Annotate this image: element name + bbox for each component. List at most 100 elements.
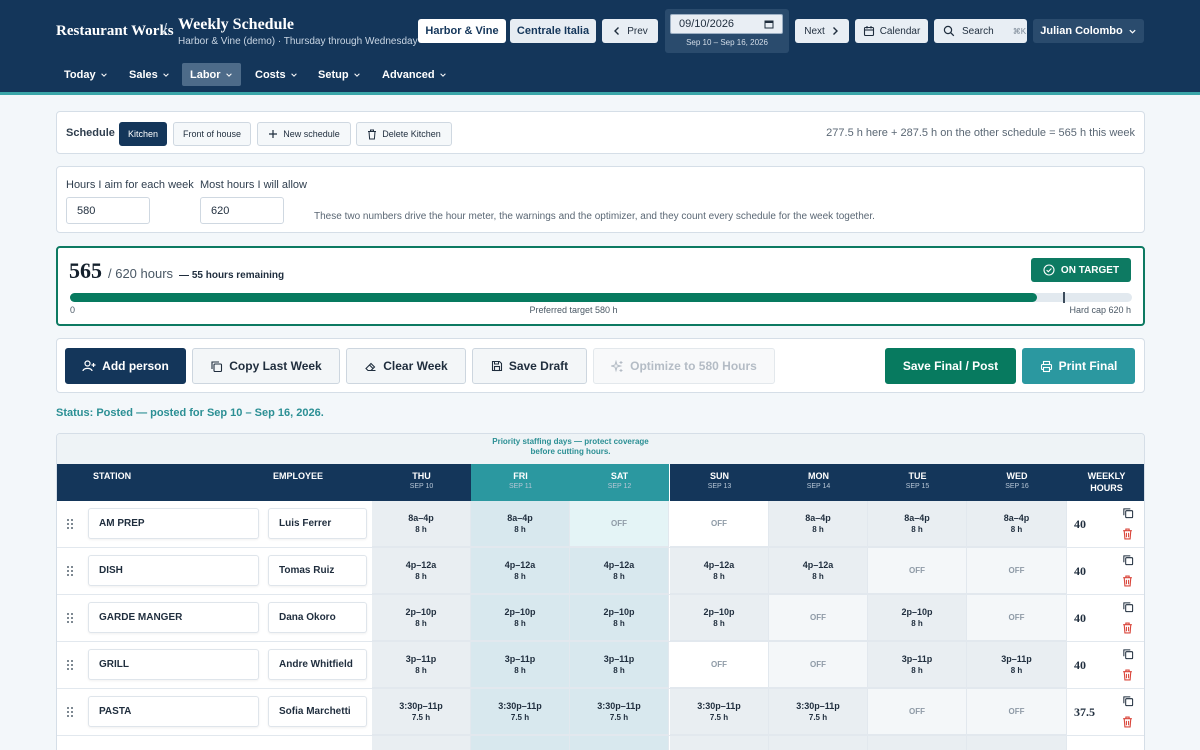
station-field[interactable]: AM PREP xyxy=(88,508,259,539)
location-harbor-vine-button[interactable]: Harbor & Vine xyxy=(418,19,506,43)
nav-costs-label: Costs xyxy=(255,68,286,81)
delete-row-icon[interactable] xyxy=(1122,575,1133,587)
optimize-hours-button[interactable]: Optimize to 580 Hours xyxy=(593,348,775,384)
calendar-button[interactable]: Calendar xyxy=(855,19,928,43)
schedule-tab-kitchen[interactable]: Kitchen xyxy=(119,122,167,146)
shift-cell[interactable]: 3:30p–11p 7.5 h xyxy=(670,689,769,735)
copy-row-icon[interactable] xyxy=(1122,648,1134,660)
shift-cell[interactable]: 8a–4p 8 h xyxy=(769,501,868,547)
save-final-post-button[interactable]: Save Final / Post xyxy=(885,348,1016,384)
shift-cell[interactable]: 2p–10p 8 h xyxy=(372,595,471,641)
delete-row-icon[interactable] xyxy=(1122,622,1133,634)
station-field[interactable]: PASTA xyxy=(88,696,259,727)
shift-cell[interactable]: OFF xyxy=(868,689,967,735)
shift-cell[interactable]: 2p–10p 8 h xyxy=(471,595,570,641)
shift-cell[interactable] xyxy=(967,736,1067,750)
shift-cell[interactable]: 4p–12a 8 h xyxy=(471,548,570,594)
prev-week-button[interactable]: Prev xyxy=(602,19,658,43)
date-input[interactable]: 09/10/2026 xyxy=(670,14,783,34)
shift-cell[interactable]: OFF xyxy=(670,642,769,688)
station-field[interactable]: DISH xyxy=(88,555,259,586)
weekly-hours-value: 40 xyxy=(1074,658,1086,672)
shift-hours: 8 h xyxy=(911,666,923,675)
max-hours-input[interactable]: 620 xyxy=(200,197,284,224)
shift-cell[interactable]: 3p–11p 8 h xyxy=(471,642,570,688)
shift-cell[interactable]: 4p–12a 8 h xyxy=(769,548,868,594)
shift-cell[interactable]: OFF xyxy=(670,501,769,547)
shift-cell[interactable]: 3p–11p 8 h xyxy=(372,642,471,688)
shift-cell[interactable]: OFF xyxy=(868,548,967,594)
shift-cell[interactable]: 4p–12a 8 h xyxy=(670,548,769,594)
shift-cell[interactable] xyxy=(670,736,769,750)
delete-row-icon[interactable] xyxy=(1122,669,1133,681)
shift-cell[interactable]: 2p–10p 8 h xyxy=(670,595,769,641)
copy-row-icon[interactable] xyxy=(1122,507,1134,519)
shift-cell[interactable]: OFF xyxy=(769,642,868,688)
copy-last-week-button[interactable]: Copy Last Week xyxy=(192,348,340,384)
brand-name[interactable]: Restaurant Works xyxy=(56,23,174,40)
nav-sales[interactable]: Sales xyxy=(121,63,178,86)
shift-cell[interactable]: 8a–4p 8 h xyxy=(967,501,1067,547)
search-button[interactable]: Search ⌘K xyxy=(934,19,1027,43)
nav-labor[interactable]: Labor xyxy=(182,63,241,86)
shift-cell[interactable]: 3:30p–11p 7.5 h xyxy=(769,689,868,735)
shift-cell[interactable]: 4p–12a 8 h xyxy=(570,548,669,594)
shift-cell[interactable]: OFF xyxy=(769,595,868,641)
aim-hours-input[interactable]: 580 xyxy=(66,197,150,224)
employee-field[interactable]: Luis Ferrer xyxy=(268,508,367,539)
clear-week-button[interactable]: Clear Week xyxy=(346,348,466,384)
copy-row-icon[interactable] xyxy=(1122,601,1134,613)
shift-cell[interactable]: 3p–11p 8 h xyxy=(967,642,1067,688)
drag-handle-icon[interactable] xyxy=(66,706,74,718)
schedule-tab-front-of-house[interactable]: Front of house xyxy=(173,122,251,146)
shift-cell[interactable]: 8a–4p 8 h xyxy=(372,501,471,547)
copy-row-icon[interactable] xyxy=(1122,695,1134,707)
shift-cell[interactable]: OFF xyxy=(967,548,1067,594)
shift-cell[interactable]: 3:30p–11p 7.5 h xyxy=(570,689,669,735)
chevron-left-icon xyxy=(614,27,620,35)
shift-cell[interactable]: 4p–12a 8 h xyxy=(372,548,471,594)
nav-costs[interactable]: Costs xyxy=(247,63,306,86)
station-field[interactable]: GRILL xyxy=(88,649,259,680)
employee-field[interactable]: Andre Whitfield xyxy=(268,649,367,680)
shift-cell[interactable] xyxy=(868,736,967,750)
copy-row-icon[interactable] xyxy=(1122,554,1134,566)
drag-handle-icon[interactable] xyxy=(66,659,74,671)
shift-cell[interactable]: 3:30p–11p 7.5 h xyxy=(372,689,471,735)
drag-handle-icon[interactable] xyxy=(66,565,74,577)
delete-schedule-button[interactable]: Delete Kitchen xyxy=(356,122,452,146)
user-menu-button[interactable]: Julian Colombo xyxy=(1033,19,1144,43)
employee-field[interactable]: Dana Okoro xyxy=(268,602,367,633)
shift-cell[interactable]: OFF xyxy=(570,501,669,547)
drag-handle-icon[interactable] xyxy=(66,612,74,624)
new-schedule-button[interactable]: New schedule xyxy=(257,122,351,146)
location-centrale-italia-button[interactable]: Centrale Italia xyxy=(510,19,596,43)
shift-cell[interactable]: 2p–10p 8 h xyxy=(868,595,967,641)
nav-advanced[interactable]: Advanced xyxy=(374,63,455,86)
shift-cell[interactable] xyxy=(372,736,471,750)
delete-row-icon[interactable] xyxy=(1122,528,1133,540)
nav-today[interactable]: Today xyxy=(56,63,116,86)
drag-handle-icon[interactable] xyxy=(66,518,74,530)
shift-cell[interactable] xyxy=(570,736,669,750)
shift-cell[interactable]: OFF xyxy=(967,689,1067,735)
shift-cell[interactable] xyxy=(471,736,570,750)
shift-cell[interactable] xyxy=(769,736,868,750)
shift-cell[interactable]: 3p–11p 8 h xyxy=(868,642,967,688)
shift-cell[interactable]: 3:30p–11p 7.5 h xyxy=(471,689,570,735)
shift-cell[interactable]: 3p–11p 8 h xyxy=(570,642,669,688)
employee-field[interactable]: Sofia Marchetti xyxy=(268,696,367,727)
shift-cell[interactable]: 8a–4p 8 h xyxy=(471,501,570,547)
save-draft-button[interactable]: Save Draft xyxy=(472,348,587,384)
station-field[interactable]: GARDE MANGER xyxy=(88,602,259,633)
print-final-button[interactable]: Print Final xyxy=(1022,348,1135,384)
next-week-button[interactable]: Next xyxy=(795,19,849,43)
shift-cell[interactable]: 2p–10p 8 h xyxy=(570,595,669,641)
shift-cell[interactable]: 8a–4p 8 h xyxy=(868,501,967,547)
delete-row-icon[interactable] xyxy=(1122,716,1133,728)
add-person-button[interactable]: Add person xyxy=(65,348,186,384)
shift-time: 2p–10p xyxy=(703,607,735,617)
shift-cell[interactable]: OFF xyxy=(967,595,1067,641)
employee-field[interactable]: Tomas Ruiz xyxy=(268,555,367,586)
nav-setup[interactable]: Setup xyxy=(310,63,369,86)
